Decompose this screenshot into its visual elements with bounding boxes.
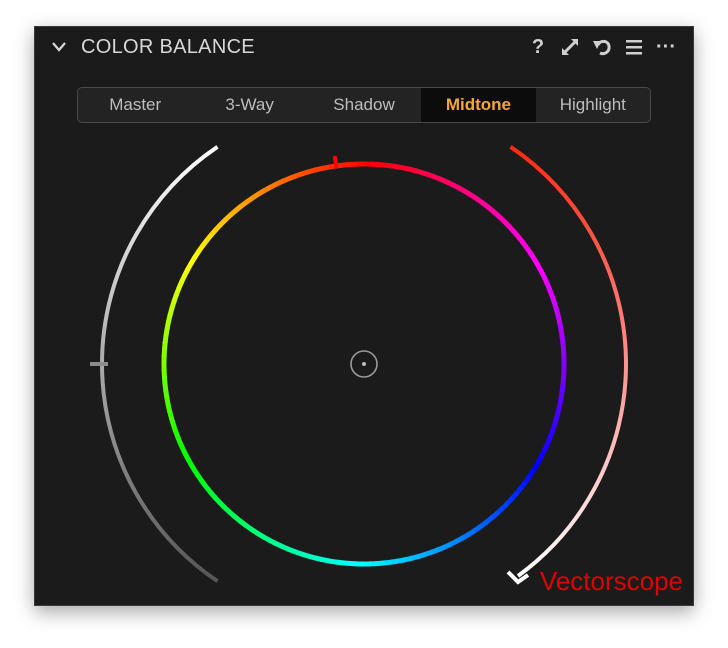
vectorscope[interactable] [35,27,694,606]
hue-marker[interactable] [332,155,339,169]
saturation-marker[interactable] [506,570,530,585]
vectorscope-label: Vectorscope [539,566,683,596]
saturation-arc[interactable] [509,145,628,578]
center-target-dot [362,362,366,366]
lightness-arc[interactable] [99,145,219,583]
color-balance-panel: COLOR BALANCE ? ··· Master 3-Way Shadow … [34,26,694,606]
